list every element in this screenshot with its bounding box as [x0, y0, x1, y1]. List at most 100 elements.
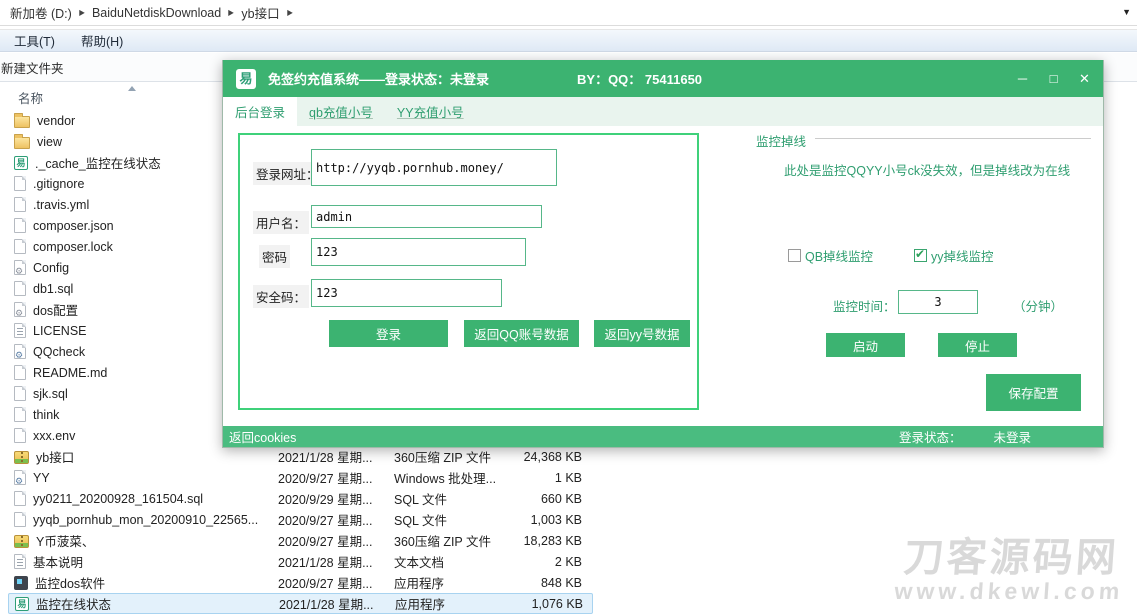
file-size: 24,368 KB: [504, 450, 582, 464]
minimize-button[interactable]: ─: [1007, 60, 1038, 97]
file-icon: [14, 512, 26, 527]
breadcrumb-arrow-icon[interactable]: ▶: [287, 8, 293, 17]
file-size: 660 KB: [504, 492, 582, 506]
file-name: .travis.yml: [33, 198, 89, 212]
return-yy-data-button[interactable]: 返回yy号数据: [594, 320, 690, 347]
close-button[interactable]: ✕: [1069, 60, 1100, 97]
return-qq-data-button[interactable]: 返回QQ账号数据: [464, 320, 579, 347]
elang-icon: [14, 156, 28, 170]
interval-input[interactable]: [898, 290, 978, 314]
start-button[interactable]: 启动: [826, 333, 905, 357]
file-name: xxx.env: [33, 429, 75, 443]
address-bar[interactable]: 新加卷 (D:) ▶ BaiduNetdiskDownload ▶ yb接口 ▶: [0, 0, 1137, 26]
breadcrumb-arrow-icon[interactable]: ▶: [229, 8, 235, 17]
safecode-input[interactable]: [311, 279, 502, 307]
app-icon: [14, 576, 28, 590]
file-type: SQL 文件: [394, 489, 504, 508]
return-cookies-label[interactable]: 返回cookies: [223, 427, 296, 446]
username-input[interactable]: [311, 205, 542, 228]
login-button[interactable]: 登录: [329, 320, 448, 347]
file-name: sjk.sql: [33, 387, 68, 401]
sort-ascending-icon: [128, 86, 136, 91]
new-folder-button[interactable]: 新建文件夹: [1, 58, 64, 77]
checkbox-checked-icon[interactable]: [914, 249, 927, 262]
gear-icon: [14, 302, 26, 317]
file-date: 2021/1/28 星期...: [279, 594, 383, 613]
file-icon: [14, 386, 26, 401]
file-row[interactable]: yy0211_20200928_161504.sql2020/9/29 星期..…: [8, 488, 608, 509]
file-row[interactable]: yyqb_pornhub_mon_20200910_22565...2020/9…: [8, 509, 608, 530]
login-status-value: 未登录: [993, 427, 1031, 446]
file-row[interactable]: Y币菠菜、2020/9/27 星期...360压缩 ZIP 文件18,283 K…: [8, 530, 608, 551]
file-date: 2020/9/27 星期...: [278, 531, 382, 550]
file-name: 基本说明: [33, 552, 83, 571]
file-row[interactable]: 监控在线状态2021/1/28 星期...应用程序1,076 KB: [8, 593, 593, 614]
breadcrumb-item-folder[interactable]: BaiduNetdiskDownload: [92, 6, 221, 20]
textfile-icon: [14, 554, 26, 569]
login-panel: 登录网址： 用户名： 密码 安全码： 登录 返回QQ账号数据 返回yy号数据: [238, 133, 699, 410]
tab-backend-login[interactable]: 后台登录: [223, 97, 297, 126]
file-name: QQcheck: [33, 345, 85, 359]
file-name: YY: [33, 471, 50, 485]
file-name: view: [37, 135, 62, 149]
file-icon: [14, 407, 26, 422]
tab-qb-recharge[interactable]: qb充值小号: [297, 97, 385, 126]
breadcrumb-arrow-icon[interactable]: ▶: [79, 8, 85, 17]
file-icon: [14, 197, 26, 212]
checkbox-unchecked-icon[interactable]: [788, 249, 801, 262]
dialog-statusbar: 返回cookies 登录状态： 未登录: [223, 426, 1103, 447]
batch-icon: [14, 344, 26, 359]
file-name: composer.lock: [33, 240, 113, 254]
file-name: README.md: [33, 366, 107, 380]
file-name: composer.json: [33, 219, 114, 233]
file-size: 18,283 KB: [504, 534, 582, 548]
breadcrumb-item-drive[interactable]: 新加卷 (D:): [10, 3, 72, 22]
monitor-group-line: [815, 138, 1091, 139]
file-row[interactable]: YY2020/9/27 星期...Windows 批处理...1 KB: [8, 467, 608, 488]
tab-yy-recharge[interactable]: YY充值小号: [385, 97, 476, 126]
tab-bar: 后台登录 qb充值小号 YY充值小号: [223, 97, 1103, 126]
password-input[interactable]: [311, 238, 526, 266]
file-name: LICENSE: [33, 324, 87, 338]
username-label: 用户名：: [253, 211, 309, 234]
file-icon: [14, 176, 26, 191]
file-row[interactable]: 监控dos软件2020/9/27 星期...应用程序848 KB: [8, 572, 608, 593]
file-name: dos配置: [33, 300, 78, 319]
file-name: 监控dos软件: [35, 573, 105, 592]
recharge-system-window: 免签约充值系统——登录状态：未登录 BY：QQ： 75411650 ─ □ ✕ …: [222, 60, 1104, 448]
yy-monitor-checkbox[interactable]: yy掉线监控: [914, 246, 994, 265]
safecode-label: 安全码：: [253, 285, 309, 308]
file-name: .gitignore: [33, 177, 84, 191]
save-config-button[interactable]: 保存配置: [986, 374, 1081, 411]
file-row[interactable]: yb接口2021/1/28 星期...360压缩 ZIP 文件24,368 KB: [8, 446, 608, 467]
file-row[interactable]: 基本说明2021/1/28 星期...文本文档2 KB: [8, 551, 608, 572]
file-name: think: [33, 408, 59, 422]
url-input[interactable]: [311, 149, 557, 186]
file-date: 2021/1/28 星期...: [278, 447, 382, 466]
dialog-titlebar[interactable]: 免签约充值系统——登录状态：未登录 BY：QQ： 75411650 ─ □ ✕: [223, 60, 1103, 97]
elang-icon: [15, 597, 29, 611]
zip-icon: [14, 535, 29, 548]
folder-icon: [14, 116, 30, 128]
menu-bar: 工具(T) 帮助(H): [0, 29, 1137, 52]
file-size: 2 KB: [504, 555, 582, 569]
stop-button[interactable]: 停止: [938, 333, 1017, 357]
qb-monitor-checkbox[interactable]: QB掉线监控: [788, 246, 873, 265]
breadcrumb-item-subfolder[interactable]: yb接口: [241, 3, 279, 22]
file-icon: [14, 218, 26, 233]
address-dropdown-icon[interactable]: ▼: [1122, 7, 1131, 17]
file-name: yb接口: [36, 447, 74, 466]
watermark-url: www.dkewl.com: [894, 579, 1124, 603]
interval-unit: （分钟）: [1013, 296, 1063, 315]
file-name: Y币菠菜、: [36, 531, 94, 550]
file-type: 应用程序: [394, 573, 504, 592]
monitor-note: 此处是监控QQYY小号ck没失效，但是掉线改为在线: [784, 160, 1070, 179]
column-header-name[interactable]: 名称: [18, 88, 43, 107]
menu-tools[interactable]: 工具(T): [14, 31, 55, 50]
file-name: Config: [33, 261, 69, 275]
menu-help[interactable]: 帮助(H): [81, 31, 123, 50]
maximize-button[interactable]: □: [1038, 60, 1069, 97]
password-label: 密码: [259, 245, 290, 268]
file-size: 1,076 KB: [505, 597, 583, 611]
dialog-byline: BY：QQ： 75411650: [577, 69, 702, 88]
